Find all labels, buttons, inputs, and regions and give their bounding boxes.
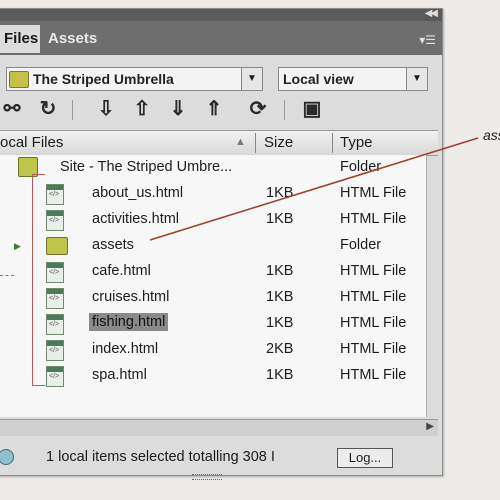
leader-line — [149, 137, 479, 241]
annotation-label: ass — [483, 127, 500, 143]
annotation-leader-line — [149, 137, 479, 241]
